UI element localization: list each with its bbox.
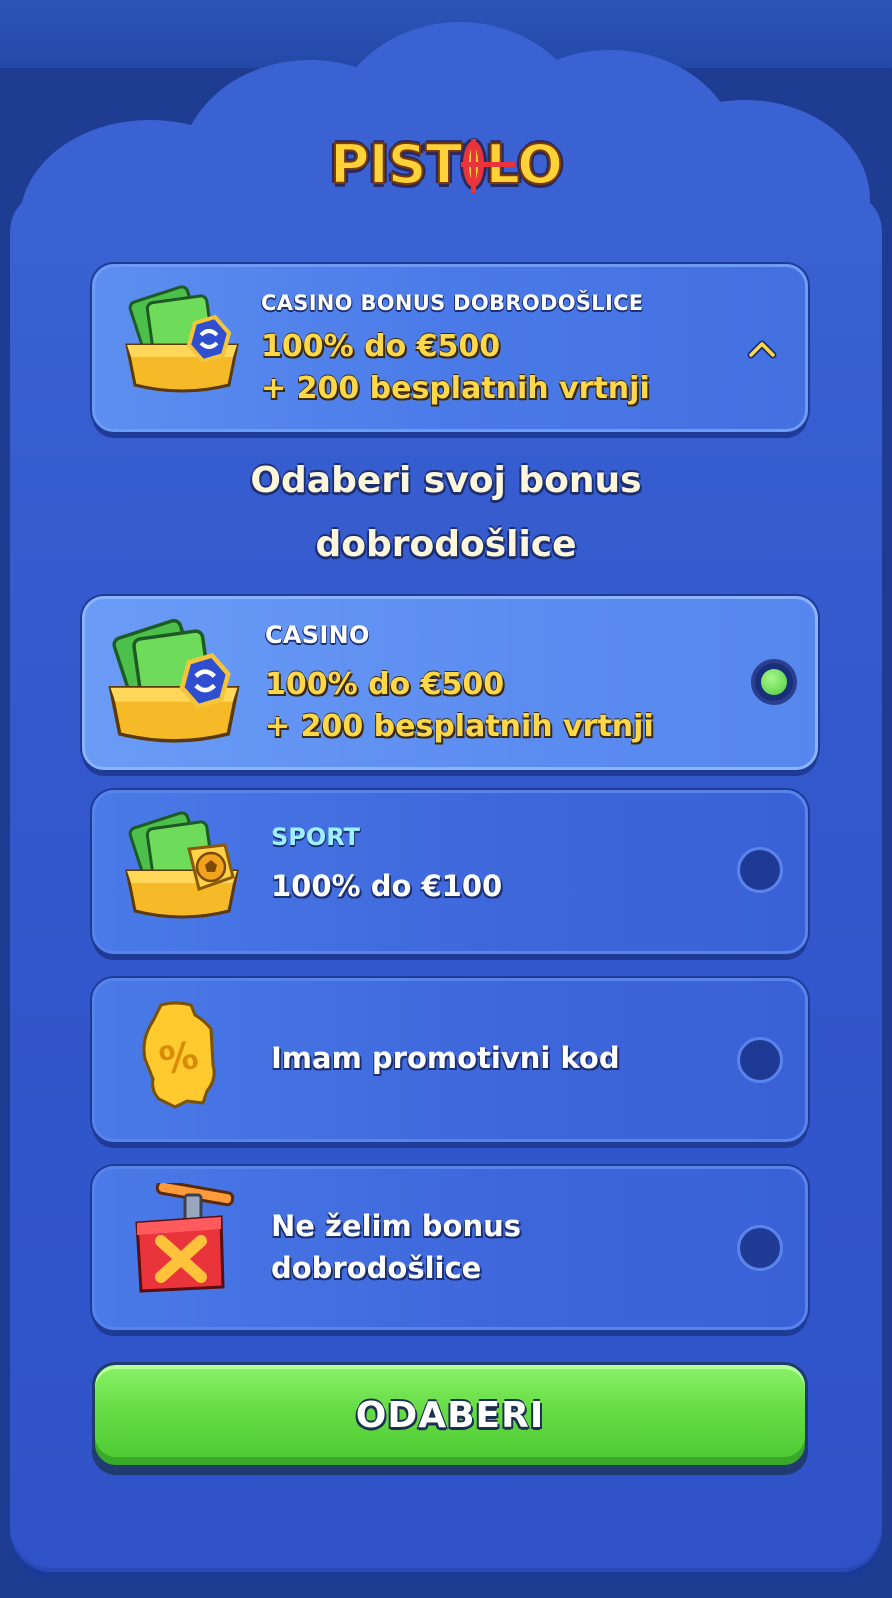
heading-line1: Odaberi svoj bonus bbox=[250, 460, 642, 501]
option-sport-title: SPORT bbox=[271, 823, 361, 851]
logo-text-left: PIST bbox=[329, 132, 463, 197]
option-promo-radio[interactable] bbox=[737, 1037, 783, 1083]
heading-line2: dobrodošlice bbox=[315, 524, 577, 565]
chevron-up-icon[interactable] bbox=[747, 339, 777, 359]
option-casino-radio[interactable] bbox=[751, 659, 797, 705]
summary-line2: + 200 besplatnih vrtnji bbox=[261, 371, 650, 406]
choose-button[interactable]: ODABERI bbox=[92, 1362, 808, 1468]
crosshair-icon bbox=[461, 139, 516, 193]
casino-cash-chest-icon bbox=[108, 618, 240, 743]
option-no-bonus[interactable]: Ne želim bonus dobrodošlice bbox=[92, 1166, 808, 1330]
option-sport-line1: 100% do €100 bbox=[271, 869, 503, 903]
option-promo-code[interactable]: % Imam promotivni kod bbox=[92, 978, 808, 1142]
promo-ticket-icon: % bbox=[142, 1001, 216, 1109]
option-no-bonus-line1: Ne želim bonus bbox=[271, 1209, 522, 1243]
option-sport[interactable]: SPORT 100% do €100 bbox=[92, 790, 808, 954]
choose-button-label: ODABERI bbox=[355, 1394, 545, 1436]
option-no-bonus-line2: dobrodošlice bbox=[271, 1251, 482, 1285]
option-casino-line2: + 200 besplatnih vrtnji bbox=[265, 709, 654, 744]
summary-line1: 100% do €500 bbox=[261, 329, 501, 364]
option-casino-line1: 100% do €500 bbox=[265, 667, 505, 702]
choose-bonus-heading: Odaberi svoj bonus dobrodošlice bbox=[0, 456, 892, 570]
option-no-bonus-radio[interactable] bbox=[737, 1225, 783, 1271]
selected-bonus-summary-card[interactable]: CASINO BONUS DOBRODOŠLICE 100% do €500 +… bbox=[92, 264, 808, 432]
cash-chest-icon bbox=[125, 285, 239, 393]
detonator-icon bbox=[135, 1183, 235, 1293]
option-casino[interactable]: CASINO 100% do €500 + 200 besplatnih vrt… bbox=[82, 596, 818, 770]
option-sport-radio[interactable] bbox=[737, 847, 783, 893]
option-casino-title: CASINO bbox=[265, 621, 370, 649]
summary-title: CASINO BONUS DOBRODOŠLICE bbox=[261, 291, 644, 315]
sport-cash-chest-icon bbox=[125, 811, 239, 919]
pistolo-logo: PIST LO bbox=[329, 118, 564, 210]
option-promo-label: Imam promotivni kod bbox=[271, 1041, 620, 1075]
